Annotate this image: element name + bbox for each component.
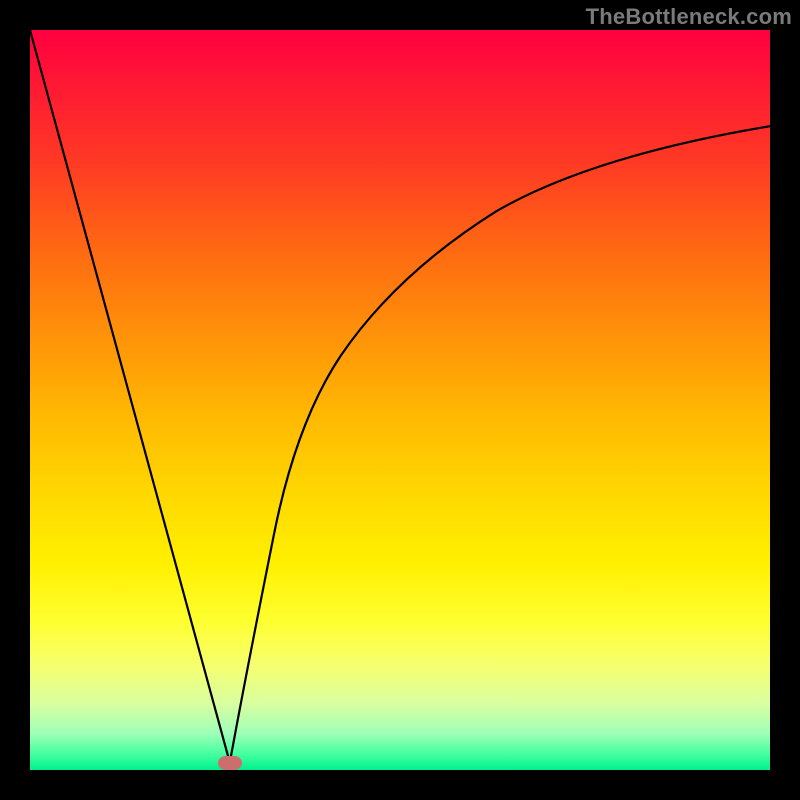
chart-frame: TheBottleneck.com <box>0 0 800 800</box>
optimal-point-marker <box>218 756 242 770</box>
watermark-text: TheBottleneck.com <box>586 4 792 30</box>
bottleneck-curve <box>30 30 770 770</box>
curve-left-branch <box>30 30 230 763</box>
curve-right-branch <box>230 126 770 762</box>
